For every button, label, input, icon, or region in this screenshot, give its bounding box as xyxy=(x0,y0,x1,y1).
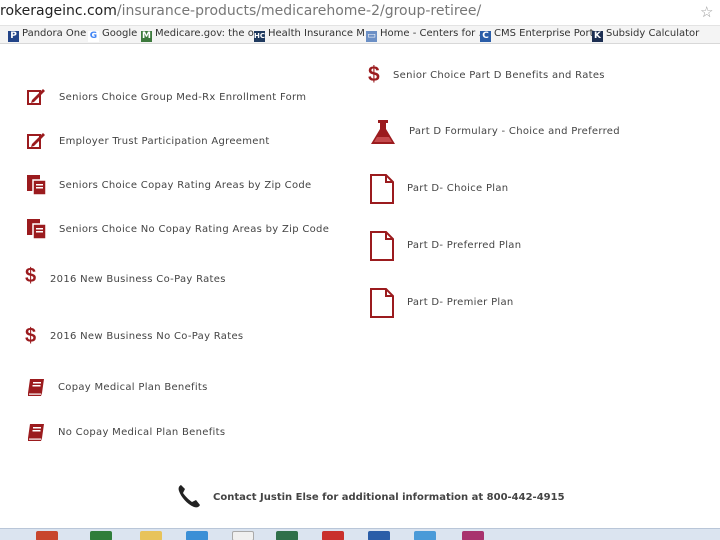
bookmark-pandora[interactable]: P Pandora One xyxy=(8,28,86,42)
bookmark-cms-portal[interactable]: C CMS Enterprise Port... xyxy=(480,28,603,42)
bookmark-star-icon[interactable]: ☆ xyxy=(700,3,713,21)
cms-portal-icon: C xyxy=(480,31,491,42)
bookmarks-bar: P Pandora One G Google M Medicare.gov: the … xyxy=(0,26,720,44)
powerpoint-icon[interactable] xyxy=(36,531,58,540)
link-part-d-preferred-plan[interactable]: Part D- Preferred Plan xyxy=(407,240,521,251)
dollar-icon: $ xyxy=(25,265,37,287)
google-icon: G xyxy=(88,31,99,42)
bookmark-cms-home[interactable]: ▭ Home - Centers for ... xyxy=(366,28,488,42)
app-icon[interactable] xyxy=(368,531,390,540)
link-no-copay-rating-areas[interactable]: Seniors Choice No Copay Rating Areas by … xyxy=(59,224,329,235)
document-icon xyxy=(370,231,394,261)
document-icon xyxy=(370,174,394,204)
flask-icon xyxy=(371,120,395,144)
bookmark-google[interactable]: G Google xyxy=(88,28,137,42)
book-icon xyxy=(28,379,44,396)
word-icon[interactable] xyxy=(232,531,254,540)
link-no-copay-rates[interactable]: 2016 New Business No Co-Pay Rates xyxy=(50,331,243,342)
link-part-d-formulary[interactable]: Part D Formulary - Choice and Preferred xyxy=(409,126,620,137)
link-copay-rating-areas[interactable]: Seniors Choice Copay Rating Areas by Zip… xyxy=(59,180,311,191)
link-part-d-premier-plan[interactable]: Part D- Premier Plan xyxy=(407,297,514,308)
phone-icon xyxy=(178,485,200,508)
link-part-d-benefits-rates[interactable]: Senior Choice Part D Benefits and Rates xyxy=(393,70,605,81)
file-explorer-icon[interactable] xyxy=(140,531,162,540)
url-path: /insurance-products/medicarehome-2/group… xyxy=(116,3,482,19)
contact-text[interactable]: Contact Justin Else for additional infor… xyxy=(213,492,565,503)
link-copay-rates[interactable]: 2016 New Business Co-Pay Rates xyxy=(50,274,226,285)
bookmark-medicare[interactable]: M Medicare.gov: the o... xyxy=(141,28,263,42)
cms-home-icon: ▭ xyxy=(366,31,377,42)
link-no-copay-medical-benefits[interactable]: No Copay Medical Plan Benefits xyxy=(58,427,225,438)
paint-icon[interactable] xyxy=(322,531,344,540)
medicare-icon: M xyxy=(141,31,152,42)
book-icon xyxy=(28,424,44,441)
documents-icon xyxy=(27,175,47,196)
kff-icon: K xyxy=(592,31,603,42)
address-bar[interactable]: rokerageinc.com/insurance-products/medic… xyxy=(0,0,720,26)
link-copay-medical-benefits[interactable]: Copay Medical Plan Benefits xyxy=(58,382,208,393)
dollar-icon: $ xyxy=(368,63,380,86)
bookmark-health-insurance[interactable]: HC Health Insurance M... xyxy=(254,28,374,42)
outlook-icon[interactable] xyxy=(276,531,298,540)
app-icon[interactable] xyxy=(414,531,436,540)
taskbar xyxy=(0,528,720,540)
url-host: rokerageinc.com xyxy=(0,3,117,19)
link-participation-agreement[interactable]: Employer Trust Participation Agreement xyxy=(59,136,270,147)
page-content: Seniors Choice Group Med-Rx Enrollment F… xyxy=(0,44,720,528)
app-icon[interactable] xyxy=(462,531,484,540)
url-text[interactable]: rokerageinc.com/insurance-products/medic… xyxy=(0,3,481,19)
link-enrollment-form[interactable]: Seniors Choice Group Med-Rx Enrollment F… xyxy=(59,92,306,103)
bookmark-subsidy-calculator[interactable]: K Subsidy Calculator xyxy=(592,28,699,42)
link-part-d-choice-plan[interactable]: Part D- Choice Plan xyxy=(407,183,508,194)
document-icon xyxy=(370,288,394,318)
chrome-icon[interactable] xyxy=(186,531,208,540)
excel-icon[interactable] xyxy=(90,531,112,540)
edit-form-icon xyxy=(27,133,45,149)
documents-icon xyxy=(27,219,47,240)
pandora-icon: P xyxy=(8,31,19,42)
edit-form-icon xyxy=(27,89,45,105)
hc-icon: HC xyxy=(254,31,265,42)
dollar-icon: $ xyxy=(25,325,37,347)
